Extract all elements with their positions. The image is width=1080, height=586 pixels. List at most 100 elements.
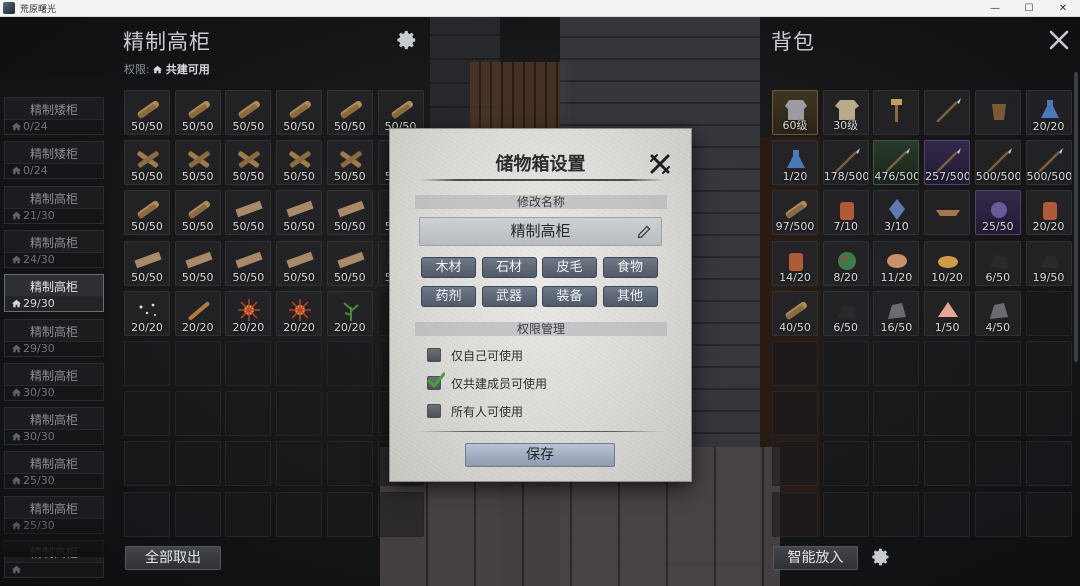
item-slot[interactable] xyxy=(924,90,971,135)
empty-slot[interactable] xyxy=(772,441,818,487)
category-tag[interactable]: 石材 xyxy=(481,257,537,278)
item-slot[interactable]: 50/50 xyxy=(225,190,272,236)
storage-list-item[interactable]: 精制高柜 21/30 xyxy=(4,185,104,224)
item-slot[interactable]: 7/10 xyxy=(822,190,869,236)
item-slot[interactable]: 14/20 xyxy=(772,240,818,286)
item-slot[interactable]: 1/50 xyxy=(924,290,971,336)
empty-slot[interactable] xyxy=(873,491,920,537)
item-slot[interactable]: 50/50 xyxy=(124,90,170,135)
item-slot[interactable]: 178/500 xyxy=(822,140,869,186)
empty-slot[interactable] xyxy=(822,341,869,386)
storage-list-item[interactable]: 精制高柜 29/30 xyxy=(4,274,104,313)
empty-slot[interactable] xyxy=(772,341,818,386)
empty-slot[interactable] xyxy=(974,391,1021,437)
empty-slot[interactable] xyxy=(822,391,869,437)
category-tag[interactable]: 其他 xyxy=(602,286,658,307)
empty-slot[interactable] xyxy=(276,441,323,487)
item-slot[interactable]: 97/500 xyxy=(772,190,818,236)
item-slot[interactable]: 30级 xyxy=(822,90,869,135)
item-slot[interactable] xyxy=(924,190,971,236)
empty-slot[interactable] xyxy=(974,441,1021,487)
close-icon[interactable] xyxy=(1048,29,1070,51)
empty-slot[interactable] xyxy=(276,391,323,437)
item-slot[interactable]: 50/50 xyxy=(276,240,323,286)
item-slot[interactable]: 8/20 xyxy=(822,240,869,286)
item-slot[interactable]: 50/50 xyxy=(124,190,170,236)
empty-slot[interactable] xyxy=(276,341,323,386)
item-slot[interactable]: 40/50 xyxy=(772,290,818,336)
item-slot[interactable]: 16/50 xyxy=(873,290,920,336)
minimize-button[interactable]: — xyxy=(978,0,1012,17)
storage-settings-gear-icon[interactable] xyxy=(396,29,418,51)
storage-list-item[interactable]: 精制矮柜 0/24 xyxy=(4,141,104,180)
item-slot[interactable]: 11/20 xyxy=(873,240,920,286)
item-slot[interactable]: 19/50 xyxy=(1025,240,1072,286)
empty-slot[interactable] xyxy=(974,491,1021,537)
storage-list-item[interactable]: 精制矮柜 0/24 xyxy=(4,97,104,135)
empty-slot[interactable] xyxy=(326,341,373,386)
empty-slot[interactable] xyxy=(1025,290,1072,336)
maximize-button[interactable]: ☐ xyxy=(1012,0,1046,17)
empty-slot[interactable] xyxy=(924,341,971,386)
item-slot[interactable]: 257/500 xyxy=(924,140,971,186)
empty-slot[interactable] xyxy=(326,491,373,537)
item-slot[interactable]: 6/50 xyxy=(974,240,1021,286)
dialog-close-icon[interactable] xyxy=(649,153,671,175)
item-slot[interactable]: 50/50 xyxy=(225,90,272,135)
item-slot[interactable]: 50/50 xyxy=(276,140,323,186)
category-tag[interactable]: 木材 xyxy=(421,257,476,278)
storage-list-item[interactable]: 精制高柜 24/30 xyxy=(4,229,104,268)
item-slot[interactable]: 50/50 xyxy=(174,240,221,286)
empty-slot[interactable] xyxy=(326,441,373,487)
item-slot[interactable]: 20/20 xyxy=(225,290,272,336)
item-slot[interactable]: 50/50 xyxy=(174,90,221,135)
item-slot[interactable]: 50/50 xyxy=(174,140,221,186)
empty-slot[interactable] xyxy=(326,391,373,437)
empty-slot[interactable] xyxy=(124,391,170,437)
empty-slot[interactable] xyxy=(276,491,323,537)
item-slot[interactable]: 50/50 xyxy=(326,90,373,135)
empty-slot[interactable] xyxy=(1025,391,1072,437)
empty-slot[interactable] xyxy=(124,341,170,386)
empty-slot[interactable] xyxy=(174,391,221,437)
item-slot[interactable]: 20/20 xyxy=(174,290,221,336)
item-slot[interactable]: 20/20 xyxy=(276,290,323,336)
item-slot[interactable]: 476/500 xyxy=(873,140,920,186)
empty-slot[interactable] xyxy=(1025,491,1072,537)
item-slot[interactable]: 50/50 xyxy=(326,140,373,186)
item-slot[interactable]: 20/20 xyxy=(124,290,170,336)
permission-checkbox[interactable] xyxy=(427,404,441,418)
empty-slot[interactable] xyxy=(377,491,424,537)
empty-slot[interactable] xyxy=(225,441,272,487)
backpack-settings-gear-icon[interactable] xyxy=(871,547,893,569)
empty-slot[interactable] xyxy=(873,391,920,437)
empty-slot[interactable] xyxy=(225,491,272,537)
save-button[interactable]: 保存 xyxy=(465,443,615,467)
empty-slot[interactable] xyxy=(772,491,818,537)
item-slot[interactable]: 1/20 xyxy=(772,140,818,186)
storage-list-item[interactable]: 精制高柜 30/30 xyxy=(4,407,104,446)
empty-slot[interactable] xyxy=(174,491,221,537)
storage-list-item[interactable]: 精制高柜 29/30 xyxy=(4,318,104,357)
item-slot[interactable]: 60级 xyxy=(772,90,818,135)
item-slot[interactable]: 50/50 xyxy=(225,240,272,286)
item-slot[interactable]: 50/50 xyxy=(326,190,373,236)
permission-checkbox[interactable] xyxy=(427,348,441,362)
item-slot[interactable]: 3/10 xyxy=(873,190,920,236)
take-all-button[interactable]: 全部取出 xyxy=(125,546,221,570)
permission-option[interactable]: 仅自己可使用 xyxy=(427,345,523,365)
smart-place-button[interactable]: 智能放入 xyxy=(773,546,858,570)
storage-list-item[interactable]: 精制高柜 25/30 xyxy=(4,451,104,490)
item-slot[interactable] xyxy=(974,90,1021,135)
empty-slot[interactable] xyxy=(873,341,920,386)
permission-option[interactable]: 所有人可使用 xyxy=(427,401,523,421)
empty-slot[interactable] xyxy=(974,341,1021,386)
category-tag[interactable]: 药剂 xyxy=(421,286,476,307)
empty-slot[interactable] xyxy=(174,441,221,487)
item-slot[interactable]: 50/50 xyxy=(124,140,170,186)
item-slot[interactable]: 500/500 xyxy=(1025,140,1072,186)
empty-slot[interactable] xyxy=(1025,341,1072,386)
item-slot[interactable]: 500/500 xyxy=(974,140,1021,186)
category-tag[interactable]: 皮毛 xyxy=(542,257,597,278)
category-tag[interactable]: 武器 xyxy=(481,286,537,307)
